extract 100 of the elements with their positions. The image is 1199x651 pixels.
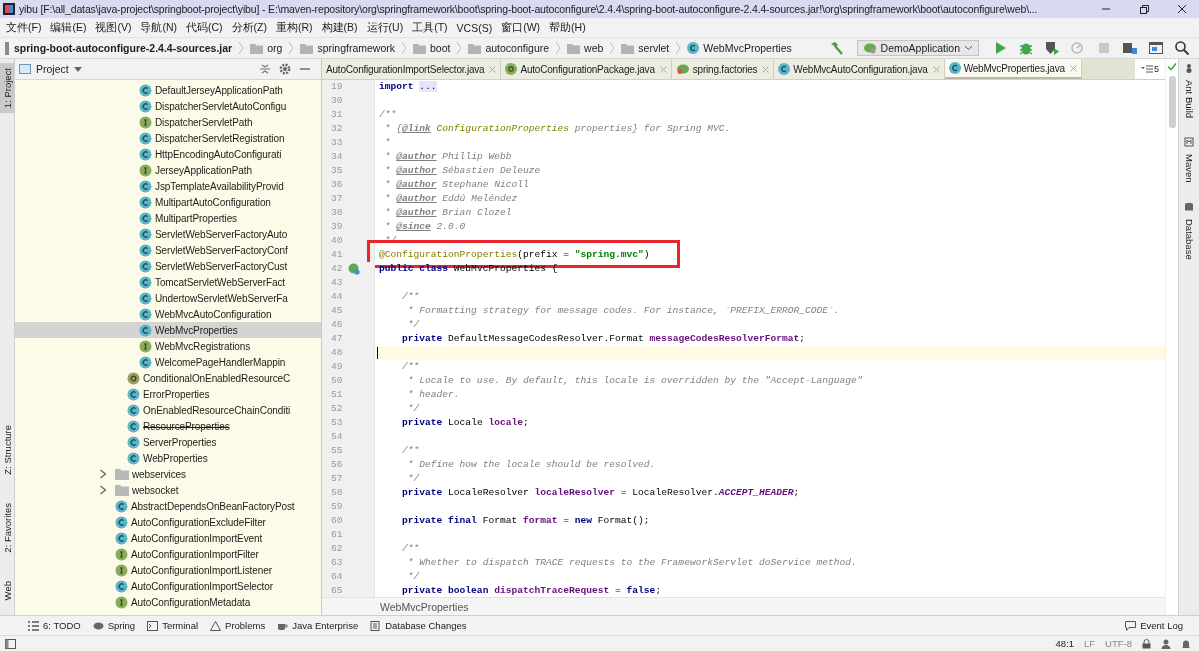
editor-tab[interactable]: WebMvcProperties.java <box>944 59 1082 79</box>
tree-item[interactable]: WebMvcAutoConfiguration <box>15 306 321 322</box>
project-structure-icon[interactable] <box>1122 40 1138 56</box>
menu-item[interactable]: VCS(S) <box>452 19 498 36</box>
gauge-icon[interactable] <box>1070 40 1086 56</box>
tree-item[interactable]: AutoConfigurationMetadata <box>15 594 321 610</box>
menu-item[interactable]: 工具(T) <box>408 19 453 36</box>
run-configuration-dropdown[interactable]: DemoApplication <box>856 40 979 56</box>
tree-item[interactable]: OnEnabledResourceChainConditi <box>15 402 321 418</box>
person-icon[interactable] <box>1161 638 1171 649</box>
tool-window-button[interactable]: Web <box>0 575 14 605</box>
tool-window-button[interactable]: Z: Structure <box>0 420 14 480</box>
breadcrumb-item[interactable]: org <box>267 42 283 54</box>
collapse-all-icon[interactable] <box>258 62 272 76</box>
tree-item[interactable]: AutoConfigurationImportListener <box>15 562 321 578</box>
menu-item[interactable]: 文件(F) <box>2 19 47 36</box>
tree-item[interactable]: WebMvcRegistrations <box>15 338 321 354</box>
close-icon[interactable] <box>489 65 497 73</box>
tool-window-tab[interactable]: Problems <box>210 620 266 631</box>
editor-tab[interactable]: AutoConfigurationImportSelector.java <box>322 59 502 79</box>
breadcrumb-item[interactable]: springframework <box>317 42 395 54</box>
tree-item[interactable]: WebMvcProperties <box>15 322 321 338</box>
settings-icon[interactable] <box>278 62 292 76</box>
line-number: 58 <box>331 486 343 500</box>
scroll-thumb[interactable] <box>1168 76 1176 128</box>
tree-item[interactable]: HttpEncodingAutoConfigurati <box>15 146 321 162</box>
tree-item[interactable]: UndertowServletWebServerFa <box>15 290 321 306</box>
editor-tab[interactable]: WebMvcAutoConfiguration.java <box>774 59 945 79</box>
close-icon[interactable] <box>659 65 667 73</box>
close-icon[interactable] <box>932 65 940 73</box>
editor-tab[interactable]: AutoConfigurationPackage.java <box>501 59 672 79</box>
tree-item[interactable]: ResourceProperties <box>15 418 321 434</box>
tree-item[interactable]: ServletWebServerFactoryConf <box>15 242 321 258</box>
tool-window-button[interactable]: Ant Build <box>1182 75 1196 124</box>
lock-icon[interactable] <box>1142 638 1151 649</box>
tree-item[interactable]: ErrorProperties <box>15 386 321 402</box>
breadcrumb-item[interactable]: autoconfigure <box>485 42 550 54</box>
breadcrumb-item[interactable]: WebMvcProperties <box>703 42 792 54</box>
breadcrumb-item[interactable]: boot <box>430 42 451 54</box>
tool-window-tab[interactable]: Java Enterprise <box>277 620 359 631</box>
shield-icon[interactable] <box>1044 40 1060 56</box>
menu-item[interactable]: 窗口(W) <box>497 19 546 36</box>
tree-item[interactable]: DispatcherServletAutoConfigu <box>15 98 321 114</box>
tree-item[interactable]: DefaultJerseyApplicationPath <box>15 82 321 98</box>
tree-item[interactable]: webservices <box>15 466 321 482</box>
tree-item[interactable]: AutoConfigurationExcludeFilter <box>15 514 321 530</box>
tree-item[interactable]: MultipartProperties <box>15 210 321 226</box>
tool-window-tab[interactable]: Event Log <box>1125 620 1183 631</box>
tree-item[interactable]: AbstractDependsOnBeanFactoryPost <box>15 498 321 514</box>
tool-window-tab[interactable]: 6: TODO <box>28 620 81 631</box>
menu-item[interactable]: 导航(N) <box>136 19 182 36</box>
annotation-icon <box>505 63 518 75</box>
scrollbar[interactable] <box>1165 59 1178 615</box>
tree-item[interactable]: WelcomePageHandlerMappin <box>15 354 321 370</box>
tool-window-button[interactable]: 2: Favorites <box>0 498 14 558</box>
menu-item[interactable]: 构建(B) <box>317 19 363 36</box>
window-icon[interactable] <box>5 638 16 649</box>
tool-window-tab[interactable]: Terminal <box>147 620 199 631</box>
tool-window-tab[interactable]: Spring <box>92 620 136 631</box>
menu-item[interactable]: 视图(V) <box>91 19 137 36</box>
tree-item[interactable]: AutoConfigurationImportFilter <box>15 546 321 562</box>
tree-item[interactable]: ServerProperties <box>15 434 321 450</box>
tree-item[interactable]: JerseyApplicationPath <box>15 162 321 178</box>
menu-item[interactable]: 重构(R) <box>272 19 318 36</box>
tree-item[interactable]: WebProperties <box>15 450 321 466</box>
tool-window-button[interactable]: Database <box>1182 213 1196 265</box>
bell-icon[interactable] <box>1181 638 1191 649</box>
tree-item[interactable]: DispatcherServletPath <box>15 114 321 130</box>
tree-item[interactable]: DispatcherServletRegistration <box>15 130 321 146</box>
tool-window-button[interactable]: Maven <box>1182 149 1196 188</box>
editor-breadcrumb[interactable]: WebMvcProperties <box>380 600 469 613</box>
editor-tab[interactable]: spring.factories <box>671 59 775 79</box>
tree-item[interactable]: ConditionalOnEnabledResourceC <box>15 370 321 386</box>
tool-window-button[interactable]: 1: Project <box>0 63 14 114</box>
tree-item[interactable]: ServletWebServerFactoryCust <box>15 258 321 274</box>
menu-item[interactable]: 运行(U) <box>362 19 409 36</box>
caret-position[interactable]: 48:1 <box>1055 638 1074 649</box>
bean-icon[interactable] <box>348 263 360 275</box>
tree-item[interactable]: websocket <box>15 482 321 498</box>
tree-item[interactable]: AutoConfigurationImportSelector <box>15 578 321 594</box>
tree-item[interactable]: JspTemplateAvailabilityProvid <box>15 178 321 194</box>
menu-item[interactable]: 代码(C) <box>182 19 228 36</box>
window-layout-icon[interactable] <box>1148 40 1164 56</box>
breadcrumb-item[interactable]: web <box>584 42 604 54</box>
breadcrumb-item[interactable]: servlet <box>638 42 670 54</box>
menu-item[interactable]: 编辑(E) <box>46 19 92 36</box>
menu-item[interactable]: 分析(Z) <box>227 19 272 36</box>
tree-item[interactable]: MultipartAutoConfiguration <box>15 194 321 210</box>
breadcrumb-item[interactable]: spring-boot-autoconfigure-2.4.4-sources.jar <box>14 42 233 54</box>
close-icon[interactable] <box>1069 64 1077 72</box>
tool-window-tab[interactable]: Database Changes <box>370 620 467 631</box>
search-icon[interactable] <box>1174 40 1190 56</box>
code-line: */ <box>406 318 421 332</box>
tree-item[interactable]: ServletWebServerFactoryAuto <box>15 226 321 242</box>
panel-view-dropdown[interactable]: Project <box>19 63 82 75</box>
close-icon[interactable] <box>762 65 770 73</box>
tree-item[interactable]: TomcatServletWebServerFact <box>15 274 321 290</box>
menu-item[interactable]: 帮助(H) <box>545 19 591 36</box>
tree-item[interactable]: AutoConfigurationImportEvent <box>15 530 321 546</box>
tab-overflow-button[interactable]: 5 <box>1135 59 1165 79</box>
